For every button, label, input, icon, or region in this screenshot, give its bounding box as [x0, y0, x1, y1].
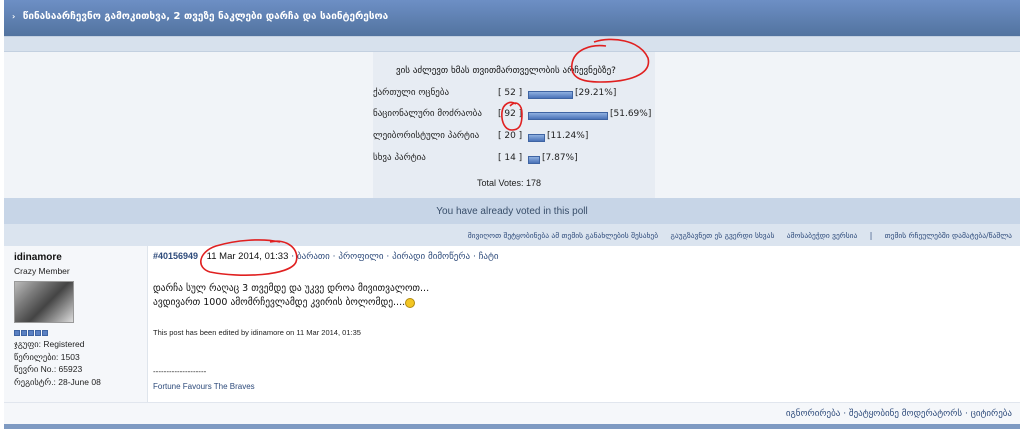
arrow-icon: › [12, 12, 16, 21]
poll-option: ქართული ოცნება [ 52 ] [29.21%] [373, 88, 663, 102]
post-action-profile[interactable]: პროფილი [338, 252, 383, 262]
poll-option-bar [528, 112, 608, 120]
email-topic-link[interactable]: გაუგზავნეთ ეს გვერდი სხვას [671, 231, 775, 240]
favorite-topic-link[interactable]: თემის რჩეულებში დამატება/წაშლა [885, 231, 1012, 240]
poll-option-label: ნაციონალური მოძრაობა [373, 109, 482, 119]
poll-option-percent: [51.69%] [610, 109, 652, 119]
poll-option-label: ლეიბორისტული პარტია [373, 131, 480, 141]
post-message: დარჩა სულ რაღაც 3 თვემდე და უკვე დროა მი… [153, 282, 429, 310]
poll-option-label: ქართული ოცნება [373, 88, 450, 98]
post-text-line: ავდივართ 1000 ამომრჩევლამდე კვირის ბოლომ… [153, 297, 406, 308]
report-button[interactable]: შეატყობინე მოდერატორს [849, 409, 962, 419]
poll-option-count: [ 92 ] [498, 109, 523, 119]
user-member-number: წევრი No.: 65923 [14, 364, 83, 374]
post-edited-note: This post has been edited by idinamore o… [153, 328, 361, 337]
post-action-chat[interactable]: ჩატი [479, 252, 499, 262]
post-author-panel: idinamore Crazy Member ჯგუფი: Registered… [4, 246, 148, 402]
smiley-icon [405, 297, 416, 308]
track-topic-link[interactable]: მივიღოთ შეტყობინება ამ თემის განახლების … [468, 231, 658, 240]
post: idinamore Crazy Member ჯგუფი: Registered… [4, 246, 1020, 402]
post-header: #40156949 · 11 Mar 2014, 01:33 · ბარათი … [153, 251, 499, 262]
ignore-button[interactable]: იგნორირება [786, 409, 840, 419]
post-action-pm[interactable]: პირადი მიმოწერა [392, 252, 470, 262]
quote-button[interactable]: ციტირება [971, 409, 1012, 419]
poll-option-percent: [29.21%] [575, 88, 617, 98]
topic-links-bar: მივიღოთ შეტყობინება ამ თემის განახლების … [4, 224, 1020, 246]
rank-pips [14, 329, 137, 336]
poll-question: ვის აძლევთ ხმას თვითმართველობის არჩევნებ… [396, 66, 616, 76]
print-version-link[interactable]: ამოსაბეჭდი ვერსია [787, 231, 858, 240]
user-group: ჯგუფი: Registered [14, 339, 85, 349]
links-separator: | [869, 231, 873, 240]
post-body: #40156949 · 11 Mar 2014, 01:33 · ბარათი … [153, 246, 1020, 402]
user-registered: რეგისტრ.: 28-June 08 [14, 376, 101, 387]
topic-title-bar: › წინასაარჩევნო გამოკითხვა, 2 თვეზე ნაკლ… [4, 0, 1020, 36]
poll-option: ნაციონალური მოძრაობა [ 92 ] [51.69%] [373, 109, 663, 123]
poll-voted-notice: You have already voted in this poll [4, 198, 1020, 224]
poll-option: სხვა პარტია [ 14 ] [7.87%] [373, 153, 663, 167]
post-buttons: იგნორირება · შეატყობინე მოდერატორს · ციტ… [4, 402, 1020, 424]
poll-option-count: [ 52 ] [498, 88, 523, 98]
poll-option-bar [528, 91, 573, 99]
post-date: 11 Mar 2014, 01:33 [206, 251, 289, 262]
avatar [14, 281, 74, 323]
poll-option-label: სხვა პარტია [373, 153, 426, 163]
bottom-bar [4, 424, 1020, 429]
poll-option-bar [528, 134, 545, 142]
poll-option-bar [528, 156, 540, 164]
post-id-link[interactable]: #40156949 [153, 251, 198, 261]
post-text-line: დარჩა სულ რაღაც 3 თვემდე და უკვე დროა მი… [153, 283, 430, 294]
user-post-count: წერილები: 1503 [14, 351, 80, 362]
user-rank: Crazy Member [14, 266, 70, 276]
topic-title: წინასაარჩევნო გამოკითხვა, 2 თვეზე ნაკლებ… [22, 11, 389, 22]
poll-option-percent: [7.87%] [542, 153, 578, 163]
poll-option-percent: [11.24%] [547, 131, 589, 141]
post-action-card[interactable]: ბარათი [297, 252, 330, 262]
signature-divider: -------------------- [153, 367, 207, 376]
poll-total-votes: Total Votes: 178 [477, 178, 542, 188]
poll-option-count: [ 14 ] [498, 153, 523, 163]
signature-text: Fortune Favours The Braves [153, 382, 255, 391]
post-username[interactable]: idinamore [14, 252, 137, 263]
header-band [4, 36, 1020, 52]
poll-option-count: [ 20 ] [498, 131, 523, 141]
poll-option: ლეიბორისტული პარტია [ 20 ] [11.24%] [373, 131, 663, 145]
